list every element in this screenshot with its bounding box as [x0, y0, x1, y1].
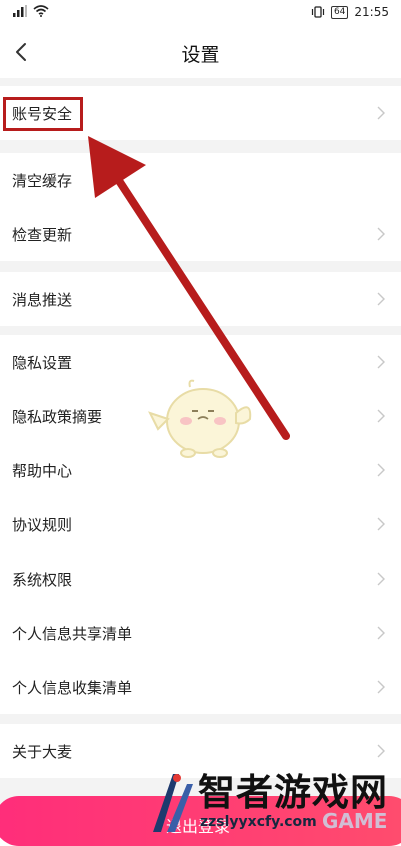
annotation-arrow [88, 136, 290, 440]
watermark-game: GAME [322, 809, 388, 833]
watermark-url: zzslyyxcfy.com [200, 814, 317, 830]
site-logo-icon [153, 774, 193, 832]
